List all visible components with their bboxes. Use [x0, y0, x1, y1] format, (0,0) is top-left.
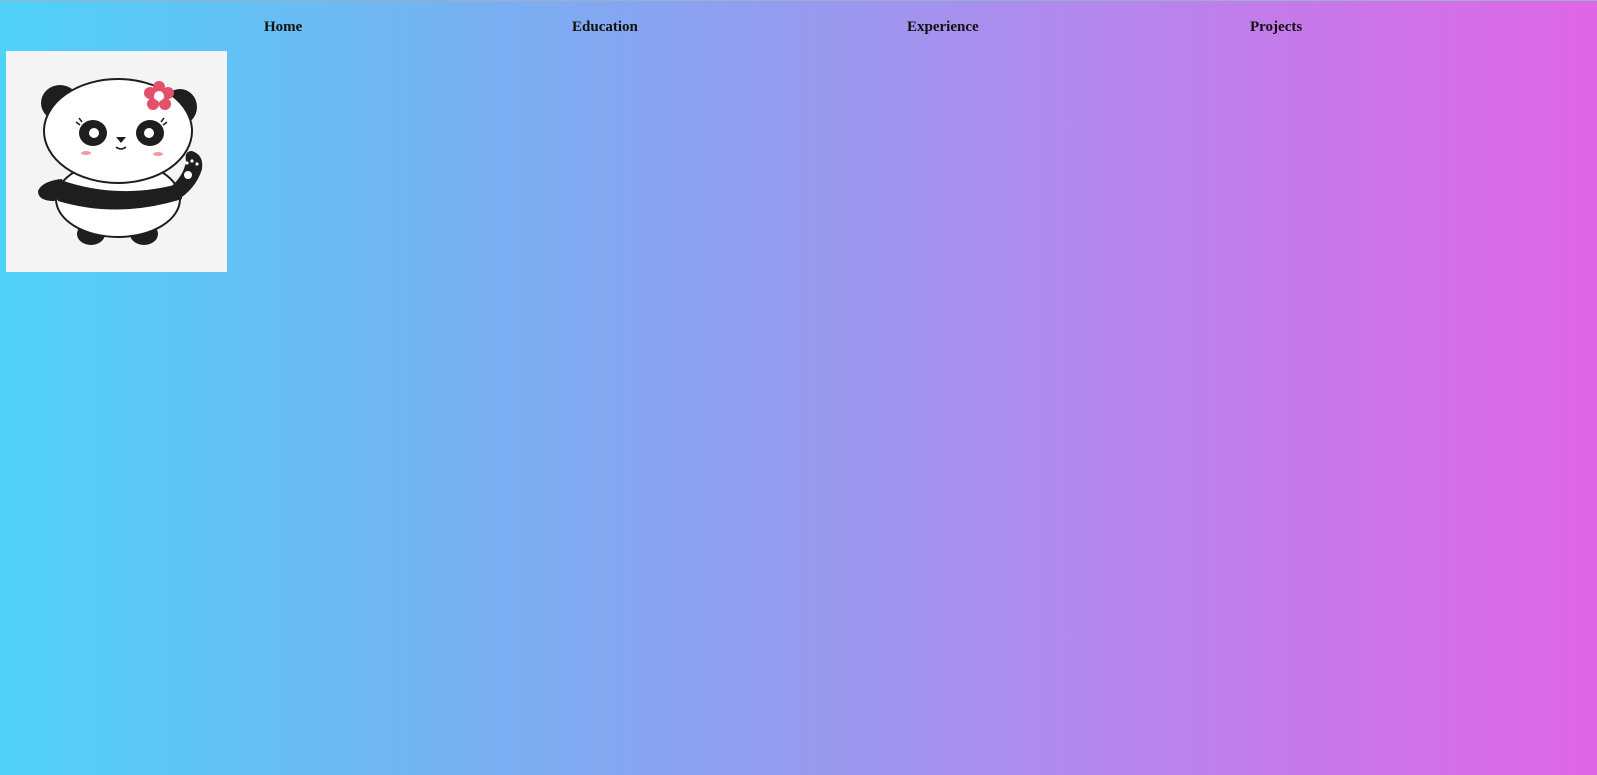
- nav-link-projects[interactable]: Projects: [1250, 19, 1302, 36]
- nav-link-home[interactable]: Home: [264, 19, 302, 36]
- avatar-image: [6, 51, 227, 272]
- top-navigation: Home Education Experience Projects: [0, 19, 1597, 43]
- top-border: [0, 0, 1597, 1]
- nav-link-education[interactable]: Education: [572, 19, 638, 36]
- nav-link-experience[interactable]: Experience: [907, 19, 979, 36]
- panda-mascot-icon: [38, 78, 203, 245]
